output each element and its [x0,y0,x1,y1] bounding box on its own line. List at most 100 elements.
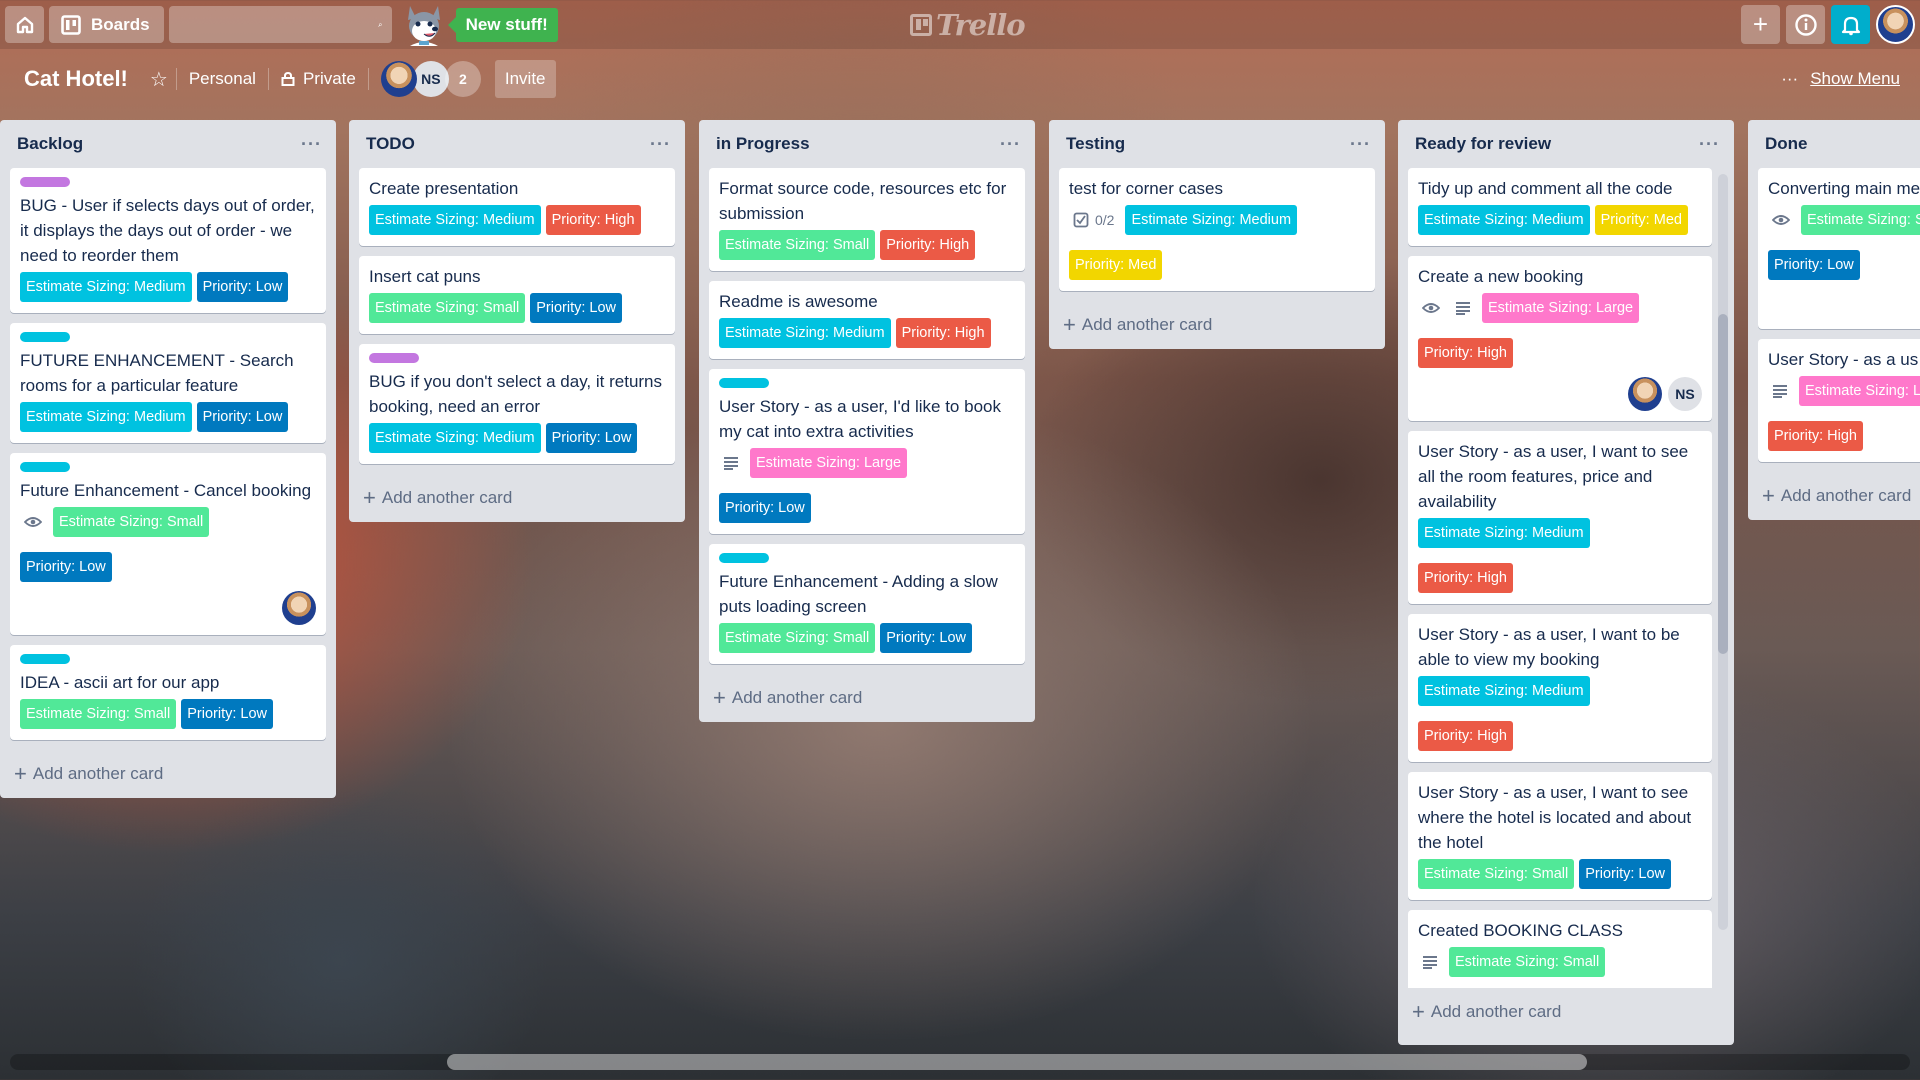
card-label[interactable]: Priority: High [1418,721,1513,751]
card-label[interactable]: Estimate Sizing: Medium [719,318,891,348]
user-avatar[interactable] [1876,5,1915,44]
search-input[interactable] [168,6,378,43]
card-label[interactable]: Priority: Med [1069,250,1163,280]
team-button[interactable]: Personal [177,69,268,89]
list-scrollbar-thumb[interactable] [1718,314,1728,654]
create-button[interactable]: + [1741,5,1780,44]
card-label[interactable]: Priority: Low [181,699,274,729]
notifications-button[interactable] [1831,5,1870,44]
add-card-button[interactable]: + Add another card [1748,472,1920,520]
card-label[interactable]: Estimate Sizing: Small [53,507,210,537]
card-label[interactable]: Priority: Low [196,402,289,432]
card-label[interactable]: Estimate Sizing: Medium [1418,676,1590,706]
card[interactable]: Format source code, resources etc for su… [709,168,1025,271]
card-label[interactable]: Priority: Low [196,272,289,302]
board-horizontal-scrollbar[interactable] [10,1054,1910,1070]
card-label[interactable]: Priority: Low [530,293,623,323]
card[interactable]: Readme is awesome Estimate Sizing: Medium… [709,281,1025,359]
card-label[interactable]: Estimate Sizing: Medium [369,423,541,453]
new-stuff-button[interactable]: New stuff! [447,7,558,42]
card-label[interactable]: Estimate Sizing: Small [719,230,876,260]
list-title[interactable]: TODO [366,134,415,154]
card-color-label[interactable] [369,353,419,363]
card-label[interactable]: Priority: High [545,205,641,235]
card[interactable]: Future Enhancement - Cancel booking Estim… [10,453,326,635]
list-title[interactable]: Backlog [17,134,83,154]
card-color-label[interactable] [20,332,70,342]
card-label[interactable]: Priority: Low [1768,250,1860,280]
card-label[interactable]: Priority: High [1768,421,1863,451]
card[interactable]: Future Enhancement - Adding a slow puts … [709,544,1025,664]
list-menu-icon[interactable]: ··· [650,134,671,155]
card-label[interactable]: Estimate Sizing: Small [369,293,526,323]
scrollbar-thumb[interactable] [447,1054,1587,1070]
card-label[interactable]: Priority: Low [719,493,811,523]
card[interactable]: FUTURE ENHANCEMENT - Search rooms for a … [10,323,326,443]
card[interactable]: test for corner cases 0/2 Estimate Sizing:… [1059,168,1375,291]
add-card-button[interactable]: + Add another card [1049,301,1385,349]
card-label[interactable]: Estimate Sizing: Medium [20,402,192,432]
member-avatar[interactable] [1628,377,1662,411]
list-title[interactable]: Ready for review [1415,134,1551,154]
card-label[interactable]: Estimate Sizing: Medium [1418,518,1590,548]
card-color-label[interactable] [20,654,70,664]
search-icon[interactable] [377,15,382,35]
add-card-button[interactable]: + Add another card [699,674,1035,722]
card-label[interactable]: Priority: High [880,230,976,260]
card[interactable]: Created BOOKING CLASS Estimate Sizing: Sm… [1408,910,1712,988]
card-label[interactable]: Priority: Low [545,423,638,453]
card[interactable]: Insert cat puns Estimate Sizing: Small Pri… [359,256,675,334]
card-label[interactable]: Estimate Sizing: Small [719,623,876,653]
list-title[interactable]: Testing [1066,134,1125,154]
card-label[interactable]: Estimate Sizing: Large [1482,293,1640,323]
card[interactable]: User Story - as a user, I want to be abl… [1408,614,1712,762]
card-color-label[interactable] [20,177,70,187]
card-label[interactable]: Priority: High [1418,338,1513,368]
info-button[interactable] [1786,5,1825,44]
card-label[interactable]: Estimate Sizing: Medium [20,272,192,302]
card-label[interactable]: Estimate Sizing: Medium [369,205,541,235]
search-box[interactable] [168,6,392,43]
card[interactable]: IDEA - ascii art for our app Estimate Siz… [10,645,326,740]
card-label[interactable]: Estimate Sizing: Large [1799,376,1920,406]
card-label[interactable]: Estimate Sizing: Small [1418,859,1575,889]
card[interactable]: User Story - as a user, I want to see wh… [1408,772,1712,900]
card-label[interactable]: Priority: Low [880,623,973,653]
card[interactable]: Create presentation Estimate Sizing: Medi… [359,168,675,246]
list-menu-icon[interactable]: ··· [1699,134,1720,155]
card[interactable]: User Story - as a user, I want to see al… [1408,431,1712,604]
card-label[interactable]: Priority: High [895,318,991,348]
card-color-label[interactable] [20,462,70,472]
member-avatar[interactable] [282,591,316,625]
member-avatar[interactable] [380,61,417,97]
card-label[interactable]: Priority: Low [1579,859,1672,889]
card-color-label[interactable] [719,378,769,388]
home-button[interactable] [5,6,44,43]
card-color-label[interactable] [719,553,769,563]
card-label[interactable]: Estimate Sizing: Small [1801,205,1920,235]
invite-button[interactable]: Invite [494,60,556,98]
card[interactable]: Create a new booking Estimate Sizing: Lar… [1408,256,1712,421]
card-label[interactable]: Estimate Sizing: Medium [1418,205,1590,235]
card[interactable]: User Story - as a us into a room Estimate… [1758,339,1920,462]
card[interactable]: BUG - User if selects days out of order,… [10,168,326,313]
taco-mascot-icon[interactable] [402,2,446,48]
card-label[interactable]: Estimate Sizing: Large [750,448,908,478]
card-label[interactable]: Estimate Sizing: Medium [1125,205,1298,235]
card-label[interactable]: Priority: High [1418,563,1513,593]
star-icon[interactable]: ☆ [150,67,168,92]
list-title[interactable]: Done [1765,134,1808,154]
card[interactable]: BUG if you don't select a day, it return… [359,344,675,464]
trello-logo[interactable]: Trello [910,8,1026,42]
card[interactable]: User Story - as a user, I'd like to book… [709,369,1025,534]
add-card-button[interactable]: + Add another card [349,474,685,522]
show-menu-link[interactable]: Show Menu [1810,69,1900,89]
card-label[interactable]: Priority: Low [20,552,112,582]
card-label[interactable]: Estimate Sizing: Small [20,699,177,729]
card[interactable]: Tidy up and comment all the code Estimate… [1408,168,1712,246]
card-label[interactable]: Priority: Med [1594,205,1688,235]
show-menu[interactable]: ··· Show Menu [1781,69,1900,89]
boards-button[interactable]: Boards [49,6,164,43]
card[interactable]: Converting main me gem Estimate Sizing: S… [1758,168,1920,329]
more-members-count[interactable]: 2 [444,61,481,97]
